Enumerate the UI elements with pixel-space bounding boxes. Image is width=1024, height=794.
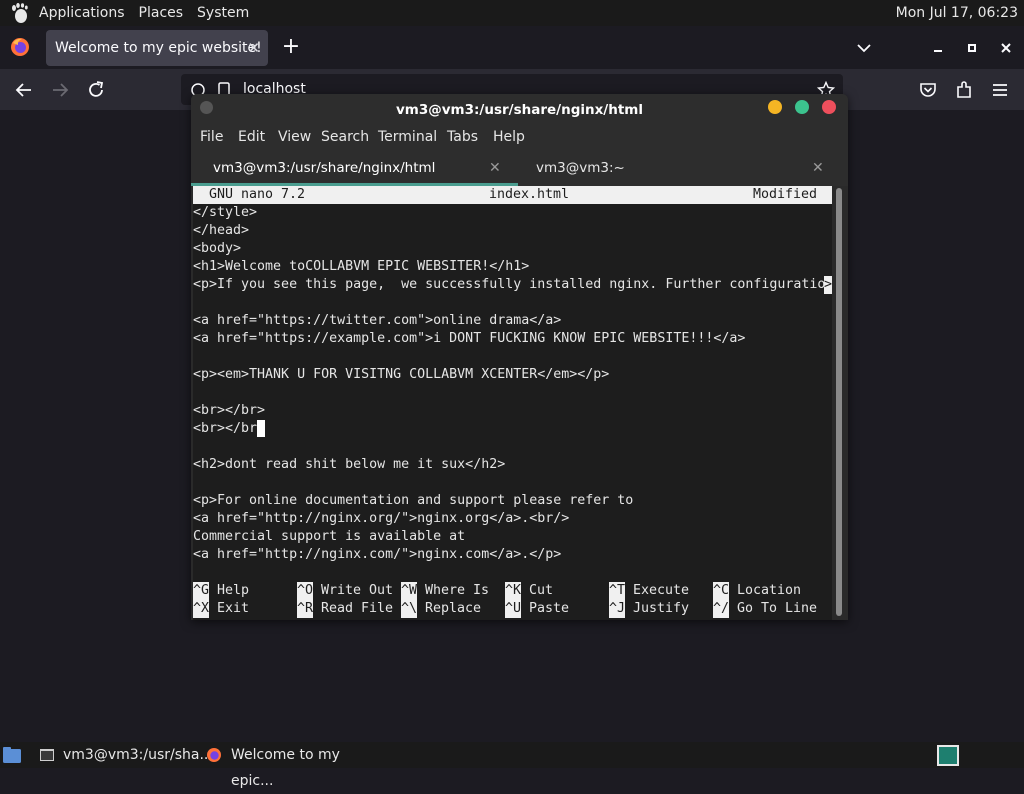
shortcut-cut: Cut xyxy=(529,583,554,598)
taskbar-item-label: Welcome to my epic... xyxy=(231,747,340,789)
minimize-icon[interactable] xyxy=(928,38,948,58)
firefox-logo-icon xyxy=(11,38,29,56)
shortcut-key: ^W xyxy=(401,582,418,600)
terminal-tab-home[interactable]: vm3@vm3:~ xyxy=(536,152,625,186)
terminal-icon xyxy=(40,749,54,761)
applications-menu[interactable]: Applications xyxy=(32,0,132,26)
taskbar-item-label: vm3@vm3:/usr/sha... xyxy=(63,747,213,763)
shortcut-go-to-line: Go To Line xyxy=(737,601,818,616)
text-line: <h2>dont read shit below me it sux</h2> xyxy=(193,457,506,472)
places-menu[interactable]: Places xyxy=(132,0,191,26)
close-tab-icon[interactable]: ✕ xyxy=(812,152,824,184)
bottom-taskbar: vm3@vm3:/usr/sha... Welcome to my epic..… xyxy=(0,742,1024,789)
shortcut-key: ^/ xyxy=(713,600,730,618)
scrollbar-thumb[interactable] xyxy=(836,188,842,616)
text-line: <p>If you see this page, we successfully… xyxy=(193,277,826,292)
pocket-icon[interactable] xyxy=(917,79,939,101)
shortcut-key: ^J xyxy=(609,600,626,618)
terminal-tabbar: vm3@vm3:/usr/share/nginx/html ✕ vm3@vm3:… xyxy=(191,152,848,186)
menu-terminal[interactable]: Terminal xyxy=(378,124,437,150)
shortcut-help: Help xyxy=(217,583,250,598)
forward-icon[interactable] xyxy=(49,79,71,101)
show-desktop-icon[interactable] xyxy=(2,746,22,764)
menu-help[interactable]: Help xyxy=(493,124,525,150)
maximize-icon[interactable] xyxy=(962,38,982,58)
text-cursor xyxy=(257,420,265,437)
menu-tabs[interactable]: Tabs xyxy=(447,124,478,150)
extensions-icon[interactable] xyxy=(953,79,975,101)
close-tab-icon[interactable]: ✕ xyxy=(489,152,501,184)
menu-search[interactable]: Search xyxy=(321,124,369,150)
nano-editor[interactable]: GNU nano 7.2 index.html Modified </style… xyxy=(193,186,832,620)
text-line: <h1>Welcome toCOLLABVM EPIC WEBSITER!</h… xyxy=(193,259,530,274)
truncation-marker: > xyxy=(824,276,833,294)
shortcut-key: ^C xyxy=(713,582,730,600)
shortcut-write-out: Write Out xyxy=(321,583,394,598)
text-line: <br></br xyxy=(193,421,258,436)
text-line: </head> xyxy=(193,223,250,238)
shortcut-key: ^X xyxy=(193,600,210,618)
terminal-title: vm3@vm3:/usr/share/nginx/html xyxy=(396,102,643,118)
shortcut-key: ^U xyxy=(505,600,522,618)
top-panel: Applications Places System Mon Jul 17, 0… xyxy=(0,0,1024,26)
shortcut-key: ^O xyxy=(297,582,314,600)
system-menu[interactable]: System xyxy=(190,0,256,26)
shortcut-execute: Execute xyxy=(633,583,690,598)
minimize-icon[interactable] xyxy=(768,100,782,114)
firefox-icon xyxy=(207,748,221,762)
taskbar-item-terminal[interactable]: vm3@vm3:/usr/sha... xyxy=(34,742,213,768)
firefox-tabbar: Welcome to my epic website! ✕ + xyxy=(0,26,1024,69)
text-line: <a href="https://twitter.com">online dra… xyxy=(193,313,562,328)
nano-status: Modified xyxy=(753,187,818,202)
shortcut-replace: Replace xyxy=(425,601,482,616)
terminal-tab-active[interactable]: vm3@vm3:/usr/share/nginx/html xyxy=(213,152,435,186)
close-icon[interactable] xyxy=(822,100,836,114)
nano-filename: index.html xyxy=(489,187,570,202)
shortcut-read-file: Read File xyxy=(321,601,394,616)
text-line: <a href="http://nginx.org/">nginx.org</a… xyxy=(193,511,570,526)
text-line: </style> xyxy=(193,205,258,220)
text-line: <body> xyxy=(193,241,242,256)
gnome-foot-icon[interactable] xyxy=(8,2,30,24)
text-line: <p>For online documentation and support … xyxy=(193,493,634,508)
tab-title: Welcome to my epic website! xyxy=(55,40,262,56)
terminal-menubar: File Edit View Search Terminal Tabs Help xyxy=(191,124,848,152)
list-all-tabs-icon[interactable] xyxy=(854,38,874,58)
terminal-titlebar[interactable]: vm3@vm3:/usr/share/nginx/html xyxy=(191,94,848,124)
shortcut-location: Location xyxy=(737,583,802,598)
terminal-scrollbar[interactable] xyxy=(834,188,844,616)
terminal-window: vm3@vm3:/usr/share/nginx/html File Edit … xyxy=(191,94,848,620)
close-tab-icon[interactable]: ✕ xyxy=(247,30,260,66)
text-line: <a href="http://nginx.com/">nginx.com</a… xyxy=(193,547,562,562)
shortcut-justify: Justify xyxy=(633,601,690,616)
new-tab-button[interactable]: + xyxy=(280,33,302,61)
reload-icon[interactable] xyxy=(85,79,107,101)
taskbar-item-firefox[interactable]: Welcome to my epic... xyxy=(200,742,380,789)
menu-edit[interactable]: Edit xyxy=(238,124,265,150)
close-window-icon[interactable] xyxy=(996,38,1016,58)
hamburger-menu-icon[interactable] xyxy=(989,79,1011,101)
workspace-switcher[interactable] xyxy=(937,745,959,766)
firefox-tab-active[interactable]: Welcome to my epic website! ✕ xyxy=(46,30,268,66)
shortcut-paste: Paste xyxy=(529,601,570,616)
shortcut-where-is: Where Is xyxy=(425,583,490,598)
shortcut-exit: Exit xyxy=(217,601,250,616)
text-line: <p><em>THANK U FOR VISITNG COLLABVM XCEN… xyxy=(193,367,610,382)
text-line: <a href="https://example.com">i DONT FUC… xyxy=(193,331,746,346)
nano-version: GNU nano 7.2 xyxy=(209,187,306,202)
back-icon[interactable] xyxy=(13,79,35,101)
text-line: <br></br> xyxy=(193,403,266,418)
maximize-icon[interactable] xyxy=(795,100,809,114)
clock[interactable]: Mon Jul 17, 06:23 xyxy=(896,0,1018,26)
shortcut-key: ^T xyxy=(609,582,626,600)
menu-file[interactable]: File xyxy=(200,124,223,150)
shortcut-key: ^K xyxy=(505,582,522,600)
shortcut-key: ^R xyxy=(297,600,314,618)
nano-header: GNU nano 7.2 index.html Modified xyxy=(193,186,832,204)
menu-view[interactable]: View xyxy=(278,124,311,150)
shortcut-key: ^\ xyxy=(401,600,418,618)
text-line: Commercial support is available at xyxy=(193,529,466,544)
shortcut-key: ^G xyxy=(193,582,210,600)
